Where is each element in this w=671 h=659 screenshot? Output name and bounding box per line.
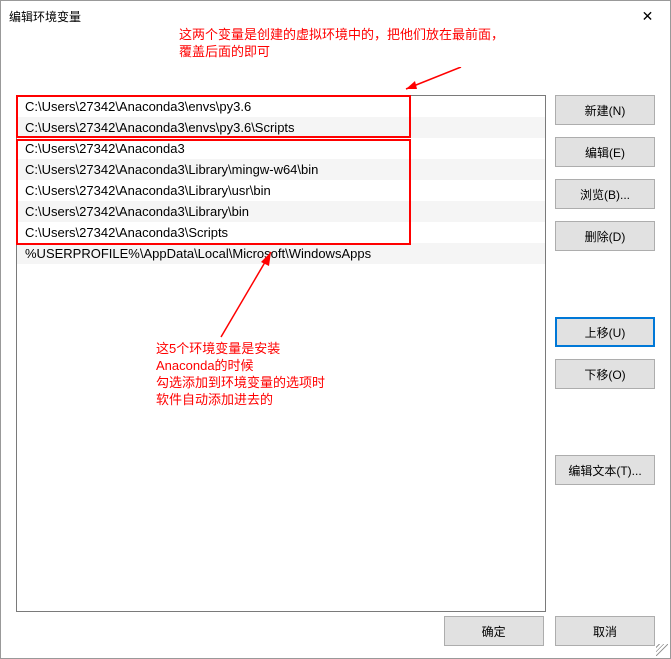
close-icon: ✕: [642, 8, 654, 25]
list-item[interactable]: C:\Users\27342\Anaconda3\Library\bin: [17, 201, 545, 222]
list-item[interactable]: C:\Users\27342\Anaconda3\envs\py3.6: [17, 96, 545, 117]
edit-button[interactable]: 编辑(E): [555, 137, 655, 167]
dialog-bottom-row: 确定 取消: [436, 616, 655, 646]
list-item[interactable]: %USERPROFILE%\AppData\Local\Microsoft\Wi…: [17, 243, 545, 264]
window-title: 编辑环境变量: [9, 8, 81, 25]
edit-env-var-dialog: 编辑环境变量 ✕ 这两个变量是创建的虚拟环境中的，把他们放在最前面， 覆盖后面的…: [0, 0, 671, 659]
list-item[interactable]: C:\Users\27342\Anaconda3\Scripts: [17, 222, 545, 243]
resize-grip[interactable]: [656, 644, 668, 656]
path-listbox[interactable]: C:\Users\27342\Anaconda3\envs\py3.6 C:\U…: [16, 95, 546, 612]
titlebar: 编辑环境变量 ✕: [1, 1, 670, 31]
cancel-button[interactable]: 取消: [555, 616, 655, 646]
delete-button[interactable]: 删除(D): [555, 221, 655, 251]
arrow-icon: [401, 67, 471, 97]
close-button[interactable]: ✕: [625, 1, 670, 31]
new-button[interactable]: 新建(N): [555, 95, 655, 125]
button-sidebar: 新建(N) 编辑(E) 浏览(B)... 删除(D) 上移(U) 下移(O) 编…: [555, 95, 655, 497]
list-item[interactable]: C:\Users\27342\Anaconda3\Library\mingw-w…: [17, 159, 545, 180]
move-up-button[interactable]: 上移(U): [555, 317, 655, 347]
ok-button[interactable]: 确定: [444, 616, 544, 646]
list-item[interactable]: C:\Users\27342\Anaconda3\envs\py3.6\Scri…: [17, 117, 545, 138]
move-down-button[interactable]: 下移(O): [555, 359, 655, 389]
list-item[interactable]: C:\Users\27342\Anaconda3\Library\usr\bin: [17, 180, 545, 201]
browse-button[interactable]: 浏览(B)...: [555, 179, 655, 209]
annotation-top: 这两个变量是创建的虚拟环境中的，把他们放在最前面， 覆盖后面的即可: [179, 27, 504, 61]
edit-text-button[interactable]: 编辑文本(T)...: [555, 455, 655, 485]
list-item[interactable]: C:\Users\27342\Anaconda3: [17, 138, 545, 159]
dialog-content: 这两个变量是创建的虚拟环境中的，把他们放在最前面， 覆盖后面的即可 C:\Use…: [1, 31, 670, 658]
